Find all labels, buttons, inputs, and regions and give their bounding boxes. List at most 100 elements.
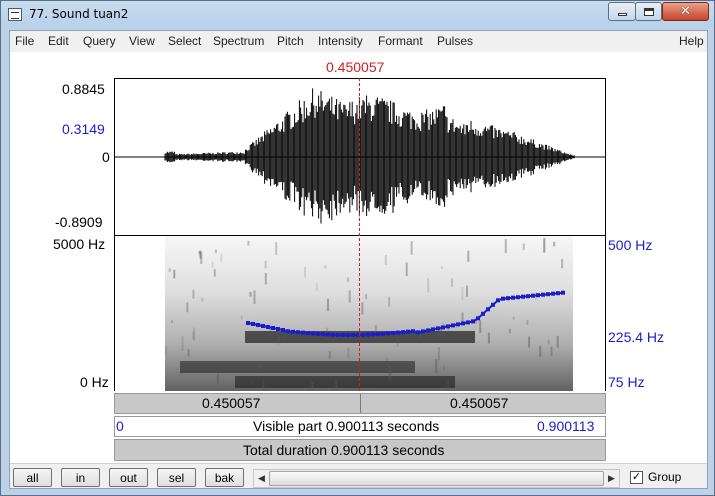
spectrogram-speckle — [275, 242, 278, 256]
maximize-button[interactable] — [635, 2, 662, 21]
segment-right-duration[interactable]: 0.450057 — [450, 395, 508, 411]
spectrogram-speckle — [427, 278, 430, 293]
menu-formant[interactable]: Formant — [378, 34, 423, 48]
spectrogram-speckle — [216, 373, 219, 385]
menu-view[interactable]: View — [129, 34, 155, 48]
scroll-right-icon[interactable]: ▶ — [604, 470, 619, 487]
zoom-out-button[interactable]: out — [109, 468, 148, 487]
zoom-in-button[interactable]: in — [61, 468, 100, 487]
group-checkbox[interactable]: ✓ — [630, 471, 643, 484]
pitch-point — [371, 332, 375, 337]
zoom-back-button[interactable]: bak — [205, 468, 244, 487]
client-area: File Edit Query View Select Spectrum Pit… — [9, 30, 708, 489]
pitch-point — [351, 332, 355, 337]
spectrogram-speckle — [442, 365, 445, 371]
pitch-point — [296, 330, 300, 335]
close-button[interactable]: ✕ — [662, 2, 709, 21]
segment-left-duration[interactable]: 0.450057 — [202, 395, 260, 411]
visible-part-bar[interactable]: Visible part 0.900113 seconds — [114, 416, 606, 437]
waveform-panel[interactable] — [114, 78, 606, 236]
menu-pulses[interactable]: Pulses — [437, 34, 473, 48]
zoom-all-button[interactable]: all — [13, 468, 52, 487]
spectrogram-speckle — [526, 319, 529, 325]
spectrogram-speckle — [259, 361, 262, 370]
spectrogram-speckle — [324, 265, 327, 269]
close-icon: ✕ — [680, 4, 691, 19]
spectrogram-speckle — [249, 292, 252, 297]
spectrogram-speckle — [528, 336, 531, 348]
spectrogram-speckle — [328, 351, 331, 359]
menu-edit[interactable]: Edit — [48, 34, 69, 48]
horizontal-scrollbar[interactable]: ◀ ▶ — [253, 469, 620, 488]
pitch-point — [431, 327, 435, 332]
menu-intensity[interactable]: Intensity — [318, 34, 363, 48]
spectrogram-speckle — [487, 332, 490, 344]
menu-help[interactable]: Help — [679, 34, 704, 48]
pitch-point — [556, 291, 560, 296]
menu-query[interactable]: Query — [83, 34, 116, 48]
pitch-point — [251, 322, 255, 326]
menu-file[interactable]: File — [15, 34, 34, 48]
scroll-left-icon[interactable]: ◀ — [254, 470, 269, 487]
spectrogram-speckle — [437, 347, 440, 361]
pitch-point — [346, 332, 350, 337]
pitch-point — [501, 296, 505, 301]
pitch-point — [496, 298, 500, 303]
spectrogram-speckle — [220, 253, 223, 262]
spectrogram-speckle — [201, 297, 204, 302]
minimize-button[interactable] — [608, 2, 636, 21]
waveform-trace — [164, 88, 575, 224]
spectrogram-speckle — [466, 285, 468, 297]
spectrogram-speckle — [264, 260, 267, 269]
pitch-point — [381, 331, 385, 336]
spectrogram-speckle — [173, 269, 176, 279]
spectrogram-speckle — [193, 327, 196, 341]
spectrogram-speckle — [556, 335, 559, 348]
spectrogram-speckle — [347, 277, 350, 283]
pitch-bottom-label: 75 Hz — [608, 374, 645, 390]
scroll-thumb[interactable] — [269, 471, 604, 486]
menu-pitch[interactable]: Pitch — [277, 34, 304, 48]
spectrogram-panel[interactable] — [114, 236, 606, 423]
spectrogram-speckle — [410, 241, 413, 255]
pitch-point — [426, 328, 430, 333]
menu-select[interactable]: Select — [168, 34, 201, 48]
spectrogram-speckle — [512, 316, 515, 320]
pitch-top-label: 500 Hz — [608, 237, 653, 253]
spectrogram-speckle — [186, 302, 189, 313]
pitch-point — [336, 332, 340, 337]
waveform-marker-label: 0.3149 — [62, 121, 105, 137]
spectrogram-speckle — [522, 243, 525, 250]
app-icon[interactable] — [8, 8, 22, 21]
zoom-sel-button[interactable]: sel — [157, 468, 196, 487]
spectrogram-speckle — [435, 359, 438, 374]
spectrogram-speckle — [283, 335, 286, 340]
pitch-point — [321, 332, 325, 337]
spectrogram-speckle — [388, 365, 391, 380]
spectrogram-speckle — [304, 266, 307, 278]
total-duration-bar[interactable]: Total duration 0.900113 seconds — [114, 439, 606, 461]
pitch-point — [451, 323, 455, 328]
spectrogram-speckle — [335, 380, 338, 394]
spectrogram-speckle — [439, 328, 442, 337]
segment-bar[interactable]: 0.450057 0.450057 — [114, 393, 606, 414]
spectrogram-bottom-freq: 0 Hz — [80, 374, 109, 390]
pitch-point — [511, 295, 515, 300]
spectrogram-speckle — [508, 328, 511, 334]
spectrogram-speckle — [199, 250, 202, 259]
pitch-point — [541, 292, 545, 297]
title-bar[interactable]: 77. Sound tuan2 ✕ — [1, 1, 714, 29]
menu-spectrum[interactable]: Spectrum — [213, 34, 264, 48]
pitch-point — [416, 330, 420, 335]
spectrogram-speckle — [240, 315, 243, 320]
pitch-point — [306, 331, 310, 336]
sound-editor-canvas[interactable]: 0.450057 0.8845 0.3149 0 -0.8909 5000 Hz… — [10, 52, 707, 463]
formant-band — [180, 361, 415, 373]
spectrogram-speckle — [277, 335, 280, 341]
waveform-ymin-label: -0.8909 — [55, 214, 103, 230]
pitch-point — [301, 330, 305, 335]
pitch-point — [256, 323, 260, 327]
spectrogram-speckle — [361, 302, 364, 315]
pitch-point — [551, 291, 555, 296]
spectrogram-speckle — [192, 289, 195, 299]
